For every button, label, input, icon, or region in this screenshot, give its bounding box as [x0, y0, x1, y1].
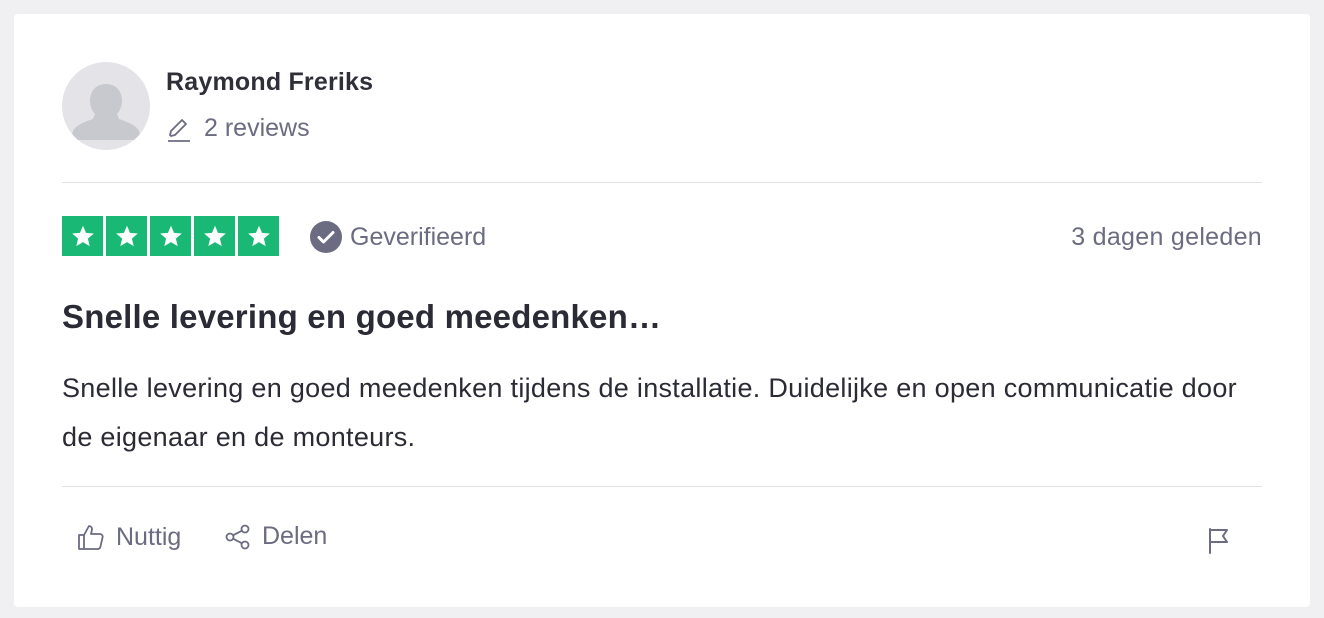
share-icon [225, 524, 250, 549]
star-3 [150, 216, 191, 256]
report-button[interactable] [1206, 526, 1232, 559]
check-circle-icon [310, 221, 342, 253]
thumbs-up-icon [78, 525, 104, 550]
star-2 [106, 216, 147, 256]
verified-badge[interactable]: Geverifieerd [310, 221, 486, 253]
reviewer-reviews-count[interactable]: 2 reviews [166, 114, 310, 143]
review-actions: Nuttig Delen [62, 522, 1262, 562]
verified-label: Geverifieerd [350, 222, 487, 251]
share-label: Delen [262, 522, 328, 550]
pencil-icon [168, 118, 190, 142]
review-card: Raymond Freriks 2 reviews Geverifieerd 3… [14, 14, 1310, 607]
star-icon [71, 225, 94, 247]
share-button[interactable]: Delen [224, 522, 327, 551]
star-4 [194, 216, 235, 256]
star-5 [238, 216, 279, 256]
star-icon [159, 225, 182, 247]
star-rating [62, 216, 279, 256]
review-title[interactable]: Snelle levering en goed meedenken… [62, 298, 661, 336]
avatar[interactable] [62, 62, 150, 150]
useful-button[interactable]: Nuttig [76, 522, 181, 552]
flag-icon [1209, 528, 1228, 554]
star-icon [203, 225, 226, 247]
divider-top [62, 182, 1262, 183]
divider-bottom [62, 486, 1262, 487]
review-date: 3 dagen geleden [1071, 223, 1262, 251]
star-1 [62, 216, 103, 256]
reviewer-header: Raymond Freriks 2 reviews [62, 62, 1262, 152]
star-icon [247, 225, 270, 247]
review-body: Snelle levering en goed meedenken tijden… [62, 373, 1237, 452]
star-icon [115, 225, 138, 247]
reviewer-name[interactable]: Raymond Freriks [166, 68, 373, 97]
rating-row: Geverifieerd 3 dagen geleden [62, 216, 1262, 258]
person-silhouette-icon [72, 84, 140, 140]
useful-label: Nuttig [116, 522, 182, 551]
reviews-count-label: 2 reviews [204, 114, 310, 142]
